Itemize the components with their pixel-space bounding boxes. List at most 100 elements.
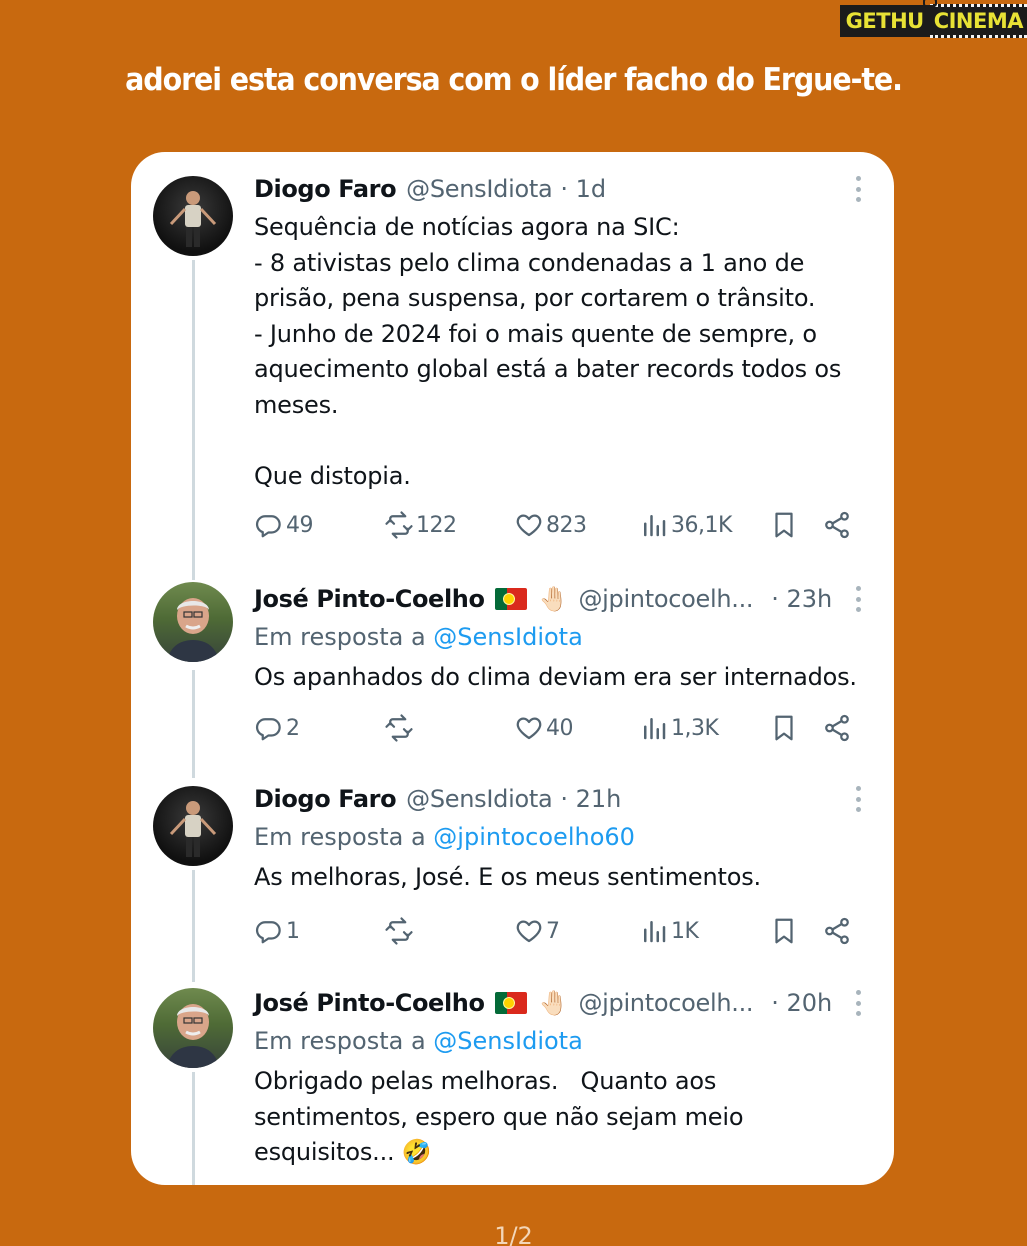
thread-line	[192, 1072, 195, 1185]
tweet-actions: 2 40 1,3K	[254, 713, 864, 747]
page-indicator: 1/2	[494, 1222, 533, 1246]
author-handle[interactable]: @SensIdiota	[406, 782, 553, 816]
portugal-flag-icon	[494, 992, 527, 1014]
like-button[interactable]: 40	[514, 713, 574, 743]
reply-icon	[256, 921, 281, 944]
share-icon	[825, 511, 849, 539]
share-button[interactable]	[822, 713, 852, 743]
retweet-icon	[385, 714, 413, 742]
reply-prefix: Em resposta a	[254, 623, 434, 651]
story-page: GETHU CINEMA adorei esta conversa com o l…	[0, 0, 1027, 1246]
views-count: 1K	[671, 918, 699, 944]
like-icon	[516, 717, 542, 740]
retweet-button[interactable]	[384, 713, 416, 743]
like-icon	[516, 920, 542, 943]
share-button[interactable]	[822, 510, 852, 540]
views-icon	[644, 718, 666, 740]
watermark-part1: GETHU	[839, 5, 930, 37]
views-button[interactable]: 36,1K	[639, 510, 732, 540]
share-icon	[825, 917, 849, 945]
author-name[interactable]: Diogo Faro	[254, 782, 397, 816]
tweet-header: Diogo Faro @SensIdiota · 21h	[254, 782, 864, 816]
views-count: 36,1K	[671, 512, 732, 538]
views-icon	[644, 515, 666, 537]
avatar[interactable]	[153, 786, 233, 866]
like-count: 7	[546, 918, 560, 944]
reply-context: Em resposta a @SensIdiota	[254, 1024, 864, 1058]
reply-count: 1	[286, 918, 300, 944]
tweet-text: As melhoras, José. E os meus sentimentos…	[254, 863, 761, 891]
retweet-icon	[385, 511, 413, 539]
tweet-time[interactable]: · 21h	[560, 782, 621, 816]
author-name[interactable]: José Pinto-Coelho	[254, 986, 485, 1020]
views-count: 1,3K	[671, 715, 719, 741]
more-icon[interactable]	[848, 784, 868, 814]
camera-icon	[922, 0, 937, 7]
bookmark-button[interactable]	[769, 713, 799, 743]
bookmark-icon	[775, 918, 793, 944]
bookmark-icon	[775, 512, 793, 538]
like-count: 823	[546, 512, 587, 538]
author-name[interactable]: Diogo Faro	[254, 172, 397, 206]
bookmark-button[interactable]	[769, 916, 799, 946]
thread-line	[192, 260, 195, 580]
tweet-time[interactable]: · 1d	[560, 172, 606, 206]
tweet-actions: 49 122 823 36,1K	[254, 510, 864, 544]
like-button[interactable]: 7	[514, 916, 560, 946]
reply-mention-link[interactable]: @jpintocoelho60	[433, 823, 635, 851]
reply-button[interactable]: 1	[254, 916, 300, 946]
author-handle[interactable]: @jpintocoelh...	[578, 986, 753, 1020]
tweet-actions: 1 7 1K	[254, 916, 864, 950]
tweet-header: Diogo Faro @SensIdiota · 1d	[254, 172, 864, 206]
author-handle[interactable]: @jpintocoelh...	[578, 582, 753, 616]
avatar[interactable]	[153, 582, 233, 662]
watermark-logo: GETHU CINEMA	[839, 0, 1027, 38]
tweet-text: Obrigado pelas melhoras. Quanto aos sent…	[254, 1067, 751, 1166]
like-button[interactable]: 823	[514, 510, 587, 540]
reply-icon	[256, 718, 281, 741]
retweet-button[interactable]	[384, 916, 416, 946]
thread-line	[192, 870, 195, 982]
avatar[interactable]	[153, 176, 233, 256]
reply-mention-link[interactable]: @SensIdiota	[433, 1027, 583, 1055]
tweet-time[interactable]: · 23h	[771, 582, 832, 616]
avatar[interactable]	[153, 988, 233, 1068]
reply-icon	[256, 515, 281, 538]
reply-count: 49	[286, 512, 314, 538]
bookmark-button[interactable]	[769, 510, 799, 540]
like-count: 40	[546, 715, 574, 741]
reply-count: 2	[286, 715, 300, 741]
retweet-icon	[385, 917, 413, 945]
views-button[interactable]: 1,3K	[639, 713, 719, 743]
retweet-count: 122	[416, 512, 457, 538]
reply-context: Em resposta a @SensIdiota	[254, 620, 864, 654]
views-icon	[644, 921, 666, 943]
author-name[interactable]: José Pinto-Coelho	[254, 582, 485, 616]
reply-context: Em resposta a @jpintocoelho60	[254, 820, 864, 854]
more-icon[interactable]	[848, 174, 868, 204]
more-icon[interactable]	[848, 584, 868, 614]
share-button[interactable]	[822, 916, 852, 946]
author-handle[interactable]: @SensIdiota	[406, 172, 553, 206]
tweet-thread-card: Diogo Faro @SensIdiota · 1d Sequência de…	[131, 152, 894, 1185]
reply-prefix: Em resposta a	[254, 1027, 434, 1055]
tweet-header: José Pinto-Coelho 🤚🏻 @jpintocoelh... · 2…	[254, 986, 864, 1020]
tweet-text: Sequência de notícias agora na SIC: - 8 …	[254, 213, 842, 490]
share-icon	[825, 714, 849, 742]
bookmark-icon	[775, 715, 793, 741]
raised-hand-icon: 🤚🏻	[538, 585, 569, 613]
tweet-time[interactable]: · 20h	[771, 986, 832, 1020]
reply-button[interactable]: 2	[254, 713, 300, 743]
portugal-flag-icon	[494, 588, 527, 610]
reply-mention-link[interactable]: @SensIdiota	[433, 623, 583, 651]
story-caption: adorei esta conversa com o líder facho d…	[125, 62, 903, 98]
retweet-button[interactable]: 122	[384, 510, 457, 540]
like-icon	[516, 514, 542, 537]
tweet-header: José Pinto-Coelho 🤚🏻 @jpintocoelh... · 2…	[254, 582, 864, 616]
more-icon[interactable]	[848, 988, 868, 1018]
views-button[interactable]: 1K	[639, 916, 699, 946]
watermark-part2: CINEMA	[929, 4, 1027, 38]
reply-prefix: Em resposta a	[254, 823, 434, 851]
reply-button[interactable]: 49	[254, 510, 314, 540]
thread-line	[192, 670, 195, 778]
